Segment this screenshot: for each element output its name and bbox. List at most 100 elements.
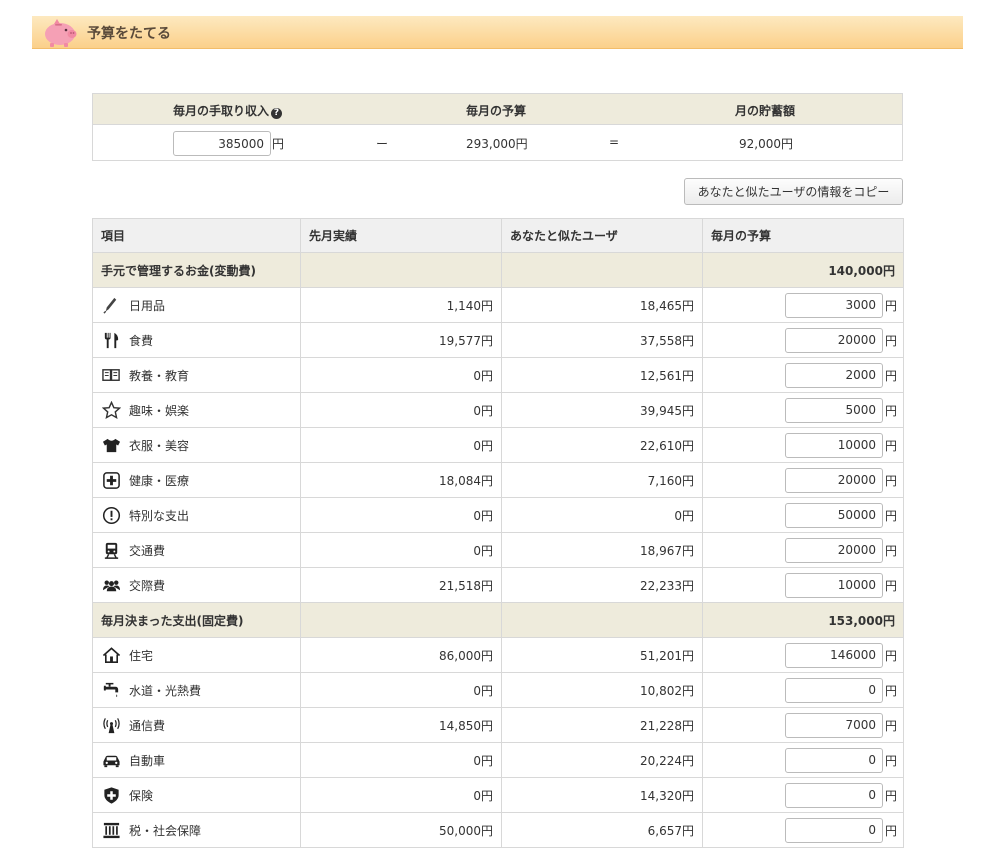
budget-input[interactable]	[784, 362, 883, 388]
table-row: 教養・教育 0円12,561円 円	[92, 357, 904, 393]
yen-suffix: 円	[884, 333, 897, 348]
last-month-amount: 0円	[300, 672, 502, 708]
copy-similar-user-button[interactable]: あなたと似たユーザの情報をコピー	[684, 178, 903, 205]
table-row: 交際費 21,518円22,233円 円	[92, 567, 904, 603]
item-name: 通信費	[129, 718, 166, 733]
income-yen: 円	[272, 137, 285, 151]
yen-suffix: 円	[884, 683, 897, 698]
similar-user-amount: 18,465円	[501, 287, 703, 323]
similar-user-amount: 22,233円	[501, 567, 703, 603]
item-cell: 日用品	[92, 287, 301, 323]
income-input[interactable]	[173, 131, 271, 156]
item-cell: 保険	[92, 777, 301, 813]
item-cell: 趣味・娯楽	[92, 392, 301, 428]
budget-cell: 円	[702, 532, 904, 568]
category-empty-cell	[501, 602, 703, 638]
similar-user-amount: 7,160円	[501, 462, 703, 498]
budget-input[interactable]	[784, 327, 883, 353]
table-body: 手元で管理するお金(変動費)140,000円日用品1,140円18,465円円食…	[92, 252, 904, 848]
similar-user-amount: 51,201円	[501, 637, 703, 673]
item-name: 日用品	[129, 298, 166, 313]
last-month-amount: 0円	[300, 497, 502, 533]
yen-suffix: 円	[884, 718, 897, 733]
budget-input[interactable]	[784, 502, 883, 528]
similar-user-amount: 18,967円	[501, 532, 703, 568]
budget-cell: 円	[702, 497, 904, 533]
table-row: 特別な支出 0円0円 円	[92, 497, 904, 533]
last-month-amount: 0円	[300, 392, 502, 428]
shirt-icon	[101, 435, 121, 455]
table-row: 住宅 86,000円51,201円 円	[92, 637, 904, 673]
budget-input[interactable]	[784, 432, 883, 458]
budget-input[interactable]	[784, 467, 883, 493]
last-month-amount: 0円	[300, 427, 502, 463]
table-row: 日用品 1,140円18,465円 円	[92, 287, 904, 323]
book-icon	[101, 365, 121, 385]
table-row: 水道・光熱費 0円10,802円 円	[92, 672, 904, 708]
column-header-monthly-budget: 毎月の予算	[702, 218, 904, 253]
similar-user-amount: 20,224円	[501, 742, 703, 778]
budget-input[interactable]	[784, 537, 883, 563]
budget-input[interactable]	[784, 782, 883, 808]
item-cell: 特別な支出	[92, 497, 301, 533]
budget-input[interactable]	[784, 572, 883, 598]
column-header-similar-user: あなたと似たユーザ	[501, 218, 703, 253]
yen-suffix: 円	[884, 368, 897, 383]
page-title: 予算をたてる	[87, 26, 171, 42]
similar-user-amount: 6,657円	[501, 812, 703, 848]
similar-user-amount: 14,320円	[501, 777, 703, 813]
item-cell: 健康・医療	[92, 462, 301, 498]
income-label: 毎月の手取り収入	[173, 104, 270, 118]
page-header: 予算をたてる	[32, 16, 963, 49]
last-month-amount: 1,140円	[300, 287, 502, 323]
yen-suffix: 円	[884, 438, 897, 453]
item-name: 自動車	[129, 753, 166, 768]
yen-suffix: 円	[884, 648, 897, 663]
item-name: 交通費	[129, 543, 166, 558]
budget-input[interactable]	[784, 642, 883, 668]
budget-input[interactable]	[784, 712, 883, 738]
last-month-amount: 21,518円	[300, 567, 502, 603]
star-icon	[101, 400, 121, 420]
category-label: 毎月決まった支出(固定費)	[92, 602, 301, 638]
budget-input[interactable]	[784, 292, 883, 318]
similar-user-amount: 10,802円	[501, 672, 703, 708]
budget-input[interactable]	[784, 817, 883, 843]
budget-input[interactable]	[784, 677, 883, 703]
item-name: 健康・医療	[129, 473, 190, 488]
building-icon	[101, 820, 121, 840]
yen-suffix: 円	[884, 753, 897, 768]
item-cell: 水道・光熱費	[92, 672, 301, 708]
last-month-amount: 19,577円	[300, 322, 502, 358]
help-icon[interactable]: ?	[271, 108, 283, 119]
people-icon	[101, 575, 121, 595]
budget-cell: 円	[702, 672, 904, 708]
faucet-icon	[101, 680, 121, 700]
budget-cell: 円	[702, 777, 904, 813]
income-summary: 毎月の手取り収入? 毎月の予算 月の貯蓄額 円 ー 293,000円 = 92,…	[92, 93, 903, 161]
pencil-icon	[101, 295, 121, 315]
table-row: 通信費 14,850円21,228円 円	[92, 707, 904, 743]
yen-suffix: 円	[884, 403, 897, 418]
item-name: 保険	[129, 788, 154, 803]
budget-input[interactable]	[784, 397, 883, 423]
fork-knife-icon	[101, 330, 121, 350]
summary-values-row: 円 ー 293,000円 = 92,000円	[93, 125, 902, 160]
item-name: 教養・教育	[129, 368, 190, 383]
similar-user-amount: 39,945円	[501, 392, 703, 428]
last-month-amount: 14,850円	[300, 707, 502, 743]
budget-input[interactable]	[784, 747, 883, 773]
budget-table: 項目 先月実績 あなたと似たユーザ 毎月の予算 手元で管理するお金(変動費) 14…	[92, 218, 904, 848]
house-icon	[101, 645, 121, 665]
car-icon	[101, 750, 121, 770]
summary-header-row: 毎月の手取り収入? 毎月の予算 月の貯蓄額	[93, 94, 902, 125]
item-name: 衣服・美容	[129, 438, 190, 453]
item-cell: 教養・教育	[92, 357, 301, 393]
column-header-item: 項目	[92, 218, 301, 253]
table-row: 食費 19,577円37,558円 円	[92, 322, 904, 358]
category-total: 153,000円	[702, 602, 904, 638]
yen-suffix: 円	[884, 788, 897, 803]
table-row: 交通費 0円18,967円 円	[92, 532, 904, 568]
item-name: 特別な支出	[129, 508, 190, 523]
budget-cell: 円	[702, 812, 904, 848]
